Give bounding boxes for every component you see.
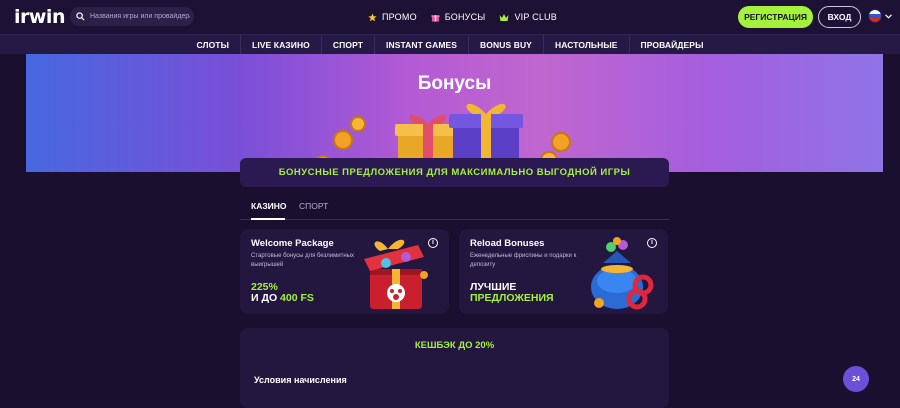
- search-icon: [76, 12, 85, 21]
- card-description: Еженедельные фриспины и подарки к депози…: [470, 253, 577, 268]
- language-selector[interactable]: [868, 9, 892, 23]
- page-title: Бонусы: [417, 73, 492, 94]
- top-bar: irwin ПРОМО БОНУСЫ VIP CLUB РЕГИСТРАЦИЯ …: [0, 0, 900, 34]
- reload-bonuses-card[interactable]: Reload Bonuses Еженедельные фриспины и п…: [459, 229, 668, 314]
- treasure-bag-illustration: [591, 237, 654, 310]
- gift-icon: [431, 14, 440, 22]
- category-providers[interactable]: ПРОВАЙДЕРЫ: [630, 35, 715, 55]
- star-icon: [368, 12, 377, 21]
- tab-sport[interactable]: СПОРТ: [299, 201, 328, 211]
- category-live-casino[interactable]: LIVE КАЗИНО: [241, 34, 322, 55]
- nav-bonuses[interactable]: БОНУСЫ: [431, 12, 486, 22]
- category-slots[interactable]: СЛОТЫ: [186, 34, 242, 55]
- nav-vip-club[interactable]: VIP CLUB: [499, 12, 557, 22]
- register-button[interactable]: РЕГИСТРАЦИЯ: [738, 6, 813, 28]
- card-title: Reload Bonuses: [470, 238, 545, 249]
- chevron-down-icon: [885, 13, 892, 19]
- top-nav: ПРОМО БОНУСЫ VIP CLUB: [368, 0, 557, 34]
- cashback-section: КЕШБЭК ДО 20% Условия начисления: [240, 328, 669, 408]
- conditions-title: Условия начисления: [254, 375, 347, 385]
- best-offers-line2: ПРЕДЛОЖЕНИЯ: [470, 292, 554, 304]
- card-title: Welcome Package: [251, 238, 334, 249]
- support-chat-button[interactable]: 24: [843, 366, 869, 392]
- gift-box-illustration: [364, 239, 428, 309]
- tabs: КАЗИНО СПОРТ: [240, 195, 669, 220]
- cashback-title: КЕШБЭК ДО 20%: [414, 340, 495, 351]
- russia-flag-icon: [868, 9, 882, 23]
- support-label: 24: [852, 375, 860, 383]
- free-spins-line: И ДО 400 FS: [251, 292, 314, 304]
- category-instant-games[interactable]: INSTANT GAMES: [375, 34, 470, 55]
- nav-promo[interactable]: ПРОМО: [368, 12, 417, 22]
- tab-casino[interactable]: КАЗИНО: [251, 201, 287, 211]
- offers-banner: БОНУСНЫЕ ПРЕДЛОЖЕНИЯ ДЛЯ МАКСИМАЛЬНО ВЫГ…: [240, 158, 669, 187]
- logo[interactable]: irwin: [14, 6, 65, 28]
- search-input[interactable]: [90, 13, 190, 20]
- category-bonus-buy[interactable]: BONUS BUY: [469, 34, 544, 55]
- hero-banner: Бонусы: [26, 54, 883, 172]
- category-table-games[interactable]: НАСТОЛЬНЫЕ: [544, 34, 630, 55]
- category-sport[interactable]: СПОРТ: [322, 34, 376, 55]
- active-tab-indicator: [251, 218, 285, 220]
- category-nav: СЛОТЫ LIVE КАЗИНО СПОРТ INSTANT GAMES BO…: [0, 34, 900, 55]
- welcome-package-card[interactable]: Welcome Package Стартовые бонусы для без…: [240, 229, 449, 314]
- search-box[interactable]: [70, 7, 194, 26]
- crown-icon: [499, 13, 509, 21]
- login-button[interactable]: ВХОД: [818, 6, 861, 28]
- card-description: Стартовые бонусы для безлимитных выигрыш…: [251, 253, 354, 268]
